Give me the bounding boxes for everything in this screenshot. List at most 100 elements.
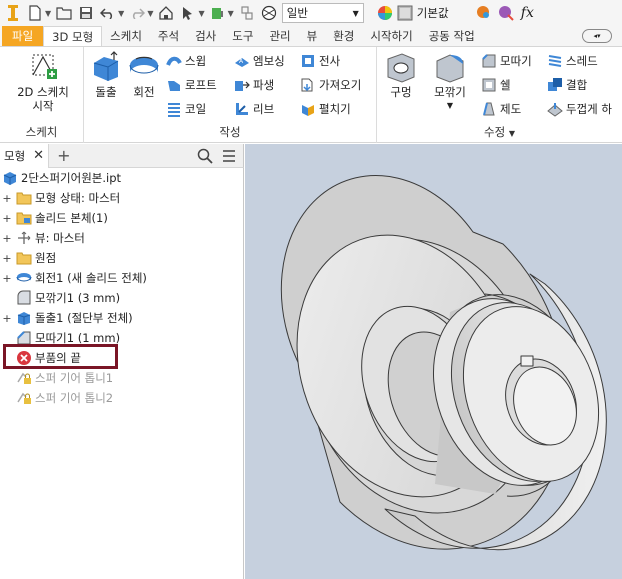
color-wheel-icon[interactable] bbox=[376, 4, 394, 22]
chamfer-button[interactable]: 모따기 bbox=[481, 51, 532, 71]
tab-annotate[interactable]: 주석 bbox=[150, 26, 187, 46]
import-icon bbox=[301, 78, 313, 92]
emboss-button[interactable]: A 엠보싱 bbox=[234, 51, 285, 71]
ribbon-display-toggle[interactable]: ◂▾ bbox=[582, 29, 612, 43]
close-icon[interactable]: ✕ bbox=[33, 148, 44, 163]
decal-icon bbox=[302, 55, 314, 67]
select-arrow-icon[interactable] bbox=[179, 4, 197, 22]
suppressed-feature-lock-icon bbox=[17, 372, 31, 384]
chevron-down-icon[interactable]: ▼ bbox=[45, 9, 51, 18]
draft-button[interactable]: 제도 bbox=[481, 99, 521, 119]
tab-sketch[interactable]: 스케치 bbox=[102, 26, 150, 46]
suppressed-feature-lock-icon bbox=[17, 392, 31, 404]
tree-item-spur-gear-teeth1[interactable]: 스퍼 기어 톱니1 bbox=[0, 368, 113, 388]
fillet-button[interactable]: 모깎기 ▼ bbox=[425, 51, 475, 113]
open-folder-icon[interactable] bbox=[55, 4, 73, 22]
end-of-part-highlight-box bbox=[3, 344, 118, 369]
tab-view[interactable]: 뷰 bbox=[299, 26, 326, 46]
tab-environments[interactable]: 환경 bbox=[325, 26, 362, 46]
quick-access-toolbar: ▼ ▼ ▼ ▼ ▼ 일반 ▼ 기본값 fx bbox=[0, 0, 622, 26]
tree-item-revolve1[interactable]: + 회전1 (새 솔리드 전체) bbox=[0, 268, 147, 288]
new-file-icon[interactable] bbox=[26, 4, 44, 22]
draft-icon bbox=[483, 102, 495, 116]
modify-panel: 구멍 모깎기 ▼ 모따기 쉘 제도 스레드 결합 두껍게 하 수정 ▼ bbox=[377, 47, 622, 143]
thicken-button[interactable]: 두껍게 하 bbox=[547, 99, 612, 119]
expand-icon[interactable]: + bbox=[2, 312, 12, 325]
browser-header: 모형 ✕ + bbox=[0, 143, 244, 168]
extrude-feature-icon bbox=[17, 312, 31, 325]
tree-item-origin[interactable]: + 원점 bbox=[0, 248, 56, 268]
material-swatch-icon[interactable] bbox=[396, 4, 414, 22]
shell-icon bbox=[482, 78, 496, 92]
combine-button[interactable]: 결합 bbox=[547, 75, 587, 95]
loft-button[interactable]: 로프트 bbox=[166, 75, 217, 95]
save-icon[interactable] bbox=[77, 4, 95, 22]
chevron-down-icon[interactable]: ▼ bbox=[509, 129, 515, 138]
material-value[interactable]: 기본값 bbox=[417, 5, 469, 21]
tree-item-view[interactable]: + 뷰: 마스터 bbox=[0, 228, 84, 248]
expand-icon[interactable]: + bbox=[2, 232, 12, 245]
appearance-override-select[interactable]: 일반 ▼ bbox=[281, 3, 364, 23]
tab-manage[interactable]: 관리 bbox=[261, 26, 298, 46]
shell-button[interactable]: 쉘 bbox=[481, 75, 511, 95]
extrude-icon bbox=[93, 51, 119, 81]
decal-button[interactable]: 전사 bbox=[300, 51, 340, 71]
graphics-viewport[interactable] bbox=[245, 144, 622, 579]
create-panel: 돌출 회전 스윕 로프트 코일 A 엠보싱 파생 리브 전사 가져오기 펼치기 … bbox=[84, 47, 377, 143]
start-sketch-icon bbox=[32, 54, 57, 79]
design-doctor-icon[interactable] bbox=[238, 4, 256, 22]
tab-collaborate[interactable]: 공동 작업 bbox=[421, 26, 483, 46]
rib-button[interactable]: 리브 bbox=[234, 99, 274, 119]
chevron-down-icon[interactable]: ▼ bbox=[228, 9, 234, 18]
sweep-button[interactable]: 스윕 bbox=[166, 51, 206, 71]
update-icon[interactable] bbox=[209, 4, 227, 22]
fillet-icon bbox=[436, 54, 464, 83]
tree-item-fillet1[interactable]: 모깎기1 (3 mm) bbox=[0, 288, 120, 308]
tree-item-spur-gear-teeth2[interactable]: 스퍼 기어 톱니2 bbox=[0, 388, 113, 408]
tree-item-part[interactable]: 2단스퍼기어원본.ipt bbox=[0, 168, 121, 188]
appearance-clear-icon[interactable] bbox=[475, 4, 493, 22]
expand-icon[interactable]: + bbox=[2, 192, 12, 205]
import-button[interactable]: 가져오기 bbox=[300, 75, 361, 95]
expand-icon[interactable]: + bbox=[2, 272, 12, 285]
tab-file[interactable]: 파일 bbox=[2, 26, 44, 46]
adjust-appearance-icon[interactable] bbox=[497, 4, 515, 22]
extrude-button[interactable]: 돌출 bbox=[88, 51, 124, 99]
folder-icon bbox=[16, 192, 32, 205]
home-view-icon[interactable] bbox=[157, 4, 175, 22]
tree-item-extrude1[interactable]: + 돌출1 (절단부 전체) bbox=[0, 308, 133, 328]
add-tab-icon[interactable]: + bbox=[57, 146, 70, 165]
chevron-down-icon[interactable]: ▼ bbox=[198, 9, 204, 18]
sweep-icon bbox=[166, 56, 182, 66]
tree-item-solid-bodies[interactable]: + 솔리드 본체(1) bbox=[0, 208, 107, 228]
coil-button[interactable]: 코일 bbox=[166, 99, 206, 119]
start-2d-sketch-button[interactable]: 2D 스케치 시작 bbox=[10, 51, 76, 113]
tab-3d-model[interactable]: 3D 모형 bbox=[43, 26, 103, 46]
tab-inspect[interactable]: 검사 bbox=[187, 26, 224, 46]
revolve-button[interactable]: 회전 bbox=[126, 51, 162, 99]
model-browser-tree: 2단스퍼기어원본.ipt + 모형 상태: 마스터 + 솔리드 본체(1) + … bbox=[0, 168, 244, 579]
thread-button[interactable]: 스레드 bbox=[547, 51, 598, 71]
chevron-down-icon[interactable]: ▼ bbox=[147, 9, 153, 18]
derive-button[interactable]: 파생 bbox=[234, 75, 274, 95]
expand-icon[interactable]: + bbox=[2, 252, 12, 265]
tree-item-model-state[interactable]: + 모형 상태: 마스터 bbox=[0, 188, 120, 208]
redo-icon[interactable] bbox=[128, 4, 146, 22]
hole-icon bbox=[387, 53, 415, 83]
loft-icon bbox=[168, 81, 180, 91]
undo-icon[interactable] bbox=[99, 4, 117, 22]
unfold-button[interactable]: 펼치기 bbox=[300, 99, 351, 119]
chevron-down-icon[interactable]: ▼ bbox=[118, 9, 124, 18]
hole-button[interactable]: 구멍 bbox=[381, 51, 421, 99]
fx-parameters-button[interactable]: fx bbox=[521, 5, 534, 21]
rib-icon bbox=[236, 103, 248, 115]
browser-tab-model[interactable]: 모형 ✕ bbox=[0, 143, 50, 168]
search-icon[interactable] bbox=[197, 148, 213, 164]
coil-icon bbox=[168, 103, 180, 117]
tab-tools[interactable]: 도구 bbox=[224, 26, 261, 46]
menu-icon[interactable] bbox=[221, 148, 237, 164]
expand-icon[interactable]: + bbox=[2, 212, 12, 225]
material-ball-icon[interactable] bbox=[260, 4, 278, 22]
chevron-down-icon: ▼ bbox=[446, 101, 454, 110]
tab-get-started[interactable]: 시작하기 bbox=[362, 26, 420, 46]
